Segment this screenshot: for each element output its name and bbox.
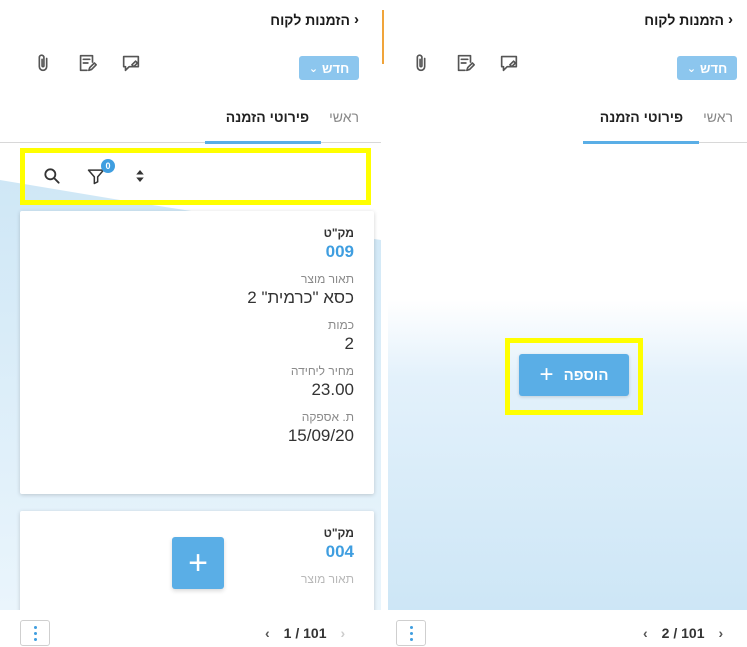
new-button-label: חדש xyxy=(322,60,350,76)
tab-main[interactable]: ראשי xyxy=(319,104,369,142)
delivery-date-value: 15/09/20 xyxy=(287,426,354,445)
back-chevron-icon[interactable]: ‹ xyxy=(354,11,359,28)
product-description-label: תאור מוצר xyxy=(301,272,354,286)
next-page-icon[interactable]: › xyxy=(719,625,724,641)
new-button-label: חדש xyxy=(700,60,728,76)
delivery-date-label: ת. אספקה xyxy=(301,410,354,424)
comment-icon[interactable] xyxy=(498,52,520,74)
highlight-add-button xyxy=(505,338,643,415)
unit-price-label: מחיר ליחידה xyxy=(290,364,354,378)
unit-price-value: 23.00 xyxy=(311,380,354,399)
tab-bar: ראשי פירוטי הזמנה xyxy=(590,104,743,144)
page-title-text: הזמנות לקוח xyxy=(644,11,724,28)
highlight-list-toolbar xyxy=(20,148,371,205)
page-title[interactable]: ‹ הזמנות לקוח xyxy=(644,11,733,28)
quantity-value: 2 xyxy=(344,334,354,353)
page-title[interactable]: ‹ הזמנות לקוח xyxy=(270,11,359,28)
right-screen: ‹ הזמנות לקוח חדש ⌄ ראשי פירוטי הזמנה ‹ … xyxy=(388,0,747,647)
tab-order-details[interactable]: פירוטי הזמנה xyxy=(216,104,319,142)
active-tab-indicator xyxy=(583,141,699,144)
next-page-icon[interactable]: › xyxy=(341,625,346,641)
toolbar-icons xyxy=(410,52,520,74)
edit-note-icon[interactable] xyxy=(76,52,98,74)
left-screen: ‹ הזמנות לקוח חדש ⌄ ראשי פירוטי הזמנה 0 xyxy=(0,0,381,647)
add-fab-button[interactable]: + xyxy=(172,537,224,589)
pager-text: 2 / 101 xyxy=(661,625,705,641)
pager: ‹ 1 / 101 › xyxy=(265,625,345,641)
product-description-value: כסא "כרמית" 2 xyxy=(247,288,354,307)
toolbar-icons xyxy=(32,52,142,74)
order-line-card[interactable]: מק"ט 009 תאור מוצר כסא "כרמית" 2 כמות 2 … xyxy=(20,211,374,494)
more-menu-button[interactable] xyxy=(20,620,50,646)
new-button[interactable]: חדש ⌄ xyxy=(677,56,737,80)
page-title-text: הזמנות לקוח xyxy=(270,11,350,28)
sku-label: מק"ט xyxy=(323,226,354,240)
attachment-icon[interactable] xyxy=(32,52,54,74)
tab-order-details[interactable]: פירוטי הזמנה xyxy=(590,104,693,142)
tab-divider xyxy=(0,142,381,143)
comment-icon[interactable] xyxy=(120,52,142,74)
prev-page-icon[interactable]: ‹ xyxy=(643,625,648,641)
edit-note-icon[interactable] xyxy=(454,52,476,74)
back-chevron-icon[interactable]: ‹ xyxy=(728,11,733,28)
sku-value[interactable]: 009 xyxy=(40,241,354,263)
attachment-icon[interactable] xyxy=(410,52,432,74)
tab-main[interactable]: ראשי xyxy=(693,104,743,142)
pager: ‹ 2 / 101 › xyxy=(643,625,723,641)
chevron-down-icon: ⌄ xyxy=(686,62,697,75)
pager-text: 1 / 101 xyxy=(283,625,327,641)
prev-page-icon[interactable]: ‹ xyxy=(265,625,270,641)
new-button[interactable]: חדש ⌄ xyxy=(299,56,359,80)
more-menu-button[interactable] xyxy=(396,620,426,646)
screen-divider xyxy=(382,10,384,64)
quantity-label: כמות xyxy=(328,318,354,332)
chevron-down-icon: ⌄ xyxy=(308,62,319,75)
active-tab-indicator xyxy=(205,141,321,144)
tab-bar: ראשי פירוטי הזמנה xyxy=(216,104,369,144)
